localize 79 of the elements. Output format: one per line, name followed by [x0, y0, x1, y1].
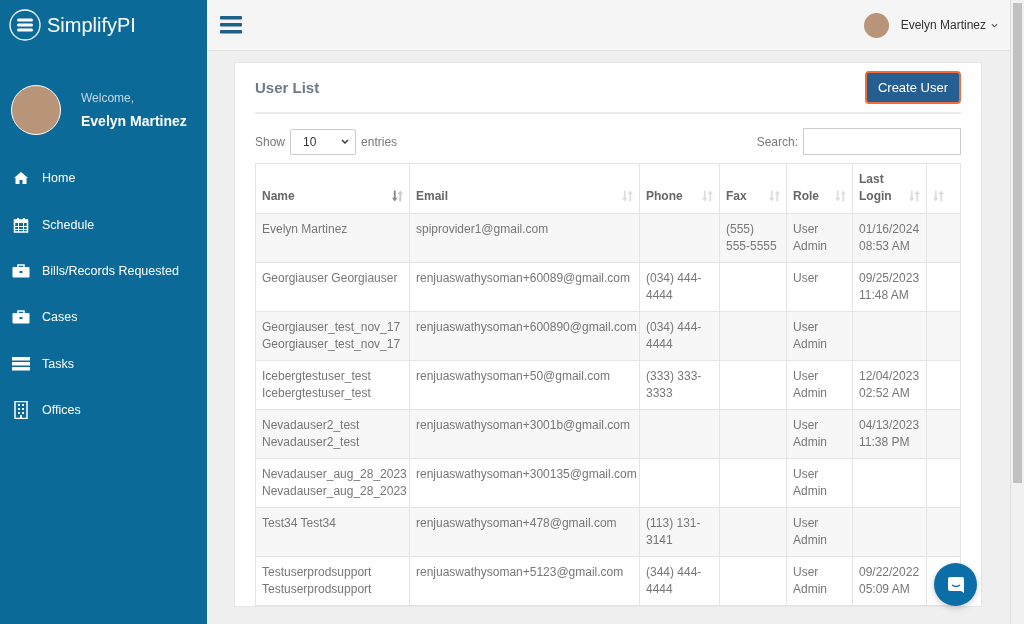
- user-menu[interactable]: Evelyn Martinez: [900, 18, 986, 32]
- brand-name: SimplifyPI: [47, 13, 136, 37]
- briefcase-icon: [12, 263, 30, 278]
- table-cell: Icebergtestuser_test Icebergtestuser_test: [262, 369, 371, 400]
- table-cell: Georgiauser Georgiauser: [262, 271, 398, 285]
- nav-item[interactable]: Tasks: [0, 340, 207, 387]
- nav-item[interactable]: Home: [0, 155, 207, 202]
- briefcase-icon: [12, 310, 30, 325]
- table-cell: User Admin: [793, 320, 827, 351]
- table-cell: (333) 333-3333: [646, 369, 702, 400]
- table-cell: (344) 444-4444: [646, 565, 702, 596]
- sort-icon: [392, 190, 403, 202]
- welcome-text: Welcome,: [81, 91, 136, 105]
- home-icon: [12, 171, 30, 186]
- sort-icon: [769, 190, 780, 202]
- scrollbar[interactable]: [1010, 0, 1024, 624]
- table-cell: (113) 131-3141: [646, 516, 701, 547]
- entries-select[interactable]: 10: [290, 128, 357, 155]
- table-cell: Testuserprodsupport Testuserprodsupport: [262, 565, 372, 596]
- sort-icon: [835, 190, 846, 202]
- table-cell: renjuaswathysoman+300135@gmail.com: [416, 467, 637, 481]
- avatar: [11, 85, 61, 135]
- column-header[interactable]: Role: [786, 163, 853, 214]
- table-cell: 09/22/2022 05:09 AM: [859, 565, 920, 596]
- sort-icon: [622, 190, 633, 202]
- card-title: User List: [255, 79, 320, 96]
- create-user-button[interactable]: Create User: [864, 71, 961, 104]
- table-cell: spiprovider1@gmail.com: [416, 222, 549, 236]
- table-cell: 12/04/2023 02:52 AM: [859, 369, 920, 400]
- search-label: Search:: [756, 134, 798, 149]
- entries-label: entries: [361, 134, 398, 149]
- menu-icon[interactable]: [9, 9, 41, 41]
- column-header[interactable]: Last Login: [852, 163, 927, 214]
- table-cell: renjuaswathysoman+600890@gmail.com: [416, 320, 637, 334]
- column-header[interactable]: Phone: [639, 163, 720, 214]
- nav-item[interactable]: Bills/Records Requested: [0, 247, 207, 295]
- table-cell: Nevadauser2_test Nevadauser2_test: [262, 418, 360, 449]
- calendar-icon: [12, 216, 30, 233]
- chevron-down-icon: [341, 139, 350, 144]
- column-header[interactable]: Email: [409, 163, 640, 214]
- sort-icon: [909, 190, 920, 202]
- column-header[interactable]: Name: [255, 163, 410, 214]
- sort-icon: [702, 190, 713, 202]
- table-cell: User Admin: [793, 516, 827, 547]
- user-name: Evelyn Martinez: [81, 113, 187, 129]
- chat-icon: [945, 574, 966, 595]
- table-cell: (555) 555-5555: [726, 222, 777, 253]
- table-cell: Evelyn Martinez: [262, 222, 348, 236]
- table-cell: User Admin: [793, 418, 827, 449]
- avatar: [863, 12, 889, 38]
- table-cell: Nevadauser_aug_28_2023 Nevadauser_aug_28_2023: [262, 467, 407, 498]
- nav-item[interactable]: Offices: [0, 386, 207, 434]
- table-cell: User Admin: [793, 369, 827, 400]
- sort-icon: [933, 190, 944, 202]
- nav-item[interactable]: Cases: [0, 294, 207, 341]
- table-cell: renjuaswathysoman+478@gmail.com: [416, 516, 617, 530]
- chevron-down-icon[interactable]: [991, 22, 998, 28]
- table-cell: 04/13/2023 11:38 PM: [859, 418, 920, 449]
- table-cell: (034) 444-4444: [646, 271, 702, 302]
- table-cell: 01/16/2024 08:53 AM: [859, 222, 920, 253]
- table-cell: User Admin: [793, 467, 827, 498]
- table-cell: renjuaswathysoman+3001b@gmail.com: [416, 418, 630, 432]
- table-cell: User Admin: [793, 222, 827, 253]
- menu-icon[interactable]: [220, 16, 242, 34]
- search-field[interactable]: [803, 128, 961, 155]
- column-header[interactable]: Fax: [719, 163, 787, 214]
- table-cell: User: [793, 271, 819, 285]
- table-cell: (034) 444-4444: [646, 320, 702, 351]
- table-cell: Test34 Test34: [262, 516, 336, 530]
- building-icon: [12, 401, 30, 420]
- table-cell: Georgiauser_test_nov_17 Georgiauser_test_nov_17: [262, 320, 401, 351]
- show-label: Show: [255, 134, 286, 149]
- table-cell: renjuaswathysoman+50@gmail.com: [416, 369, 610, 383]
- tasks-icon: [12, 356, 30, 371]
- nav-item[interactable]: Schedule: [0, 201, 207, 248]
- table-cell: 09/25/2023 11:48 AM: [859, 271, 920, 302]
- table-cell: renjuaswathysoman+5123@gmail.com: [416, 565, 624, 579]
- table-cell: renjuaswathysoman+60089@gmail.com: [416, 271, 630, 285]
- table-cell: User Admin: [793, 565, 827, 596]
